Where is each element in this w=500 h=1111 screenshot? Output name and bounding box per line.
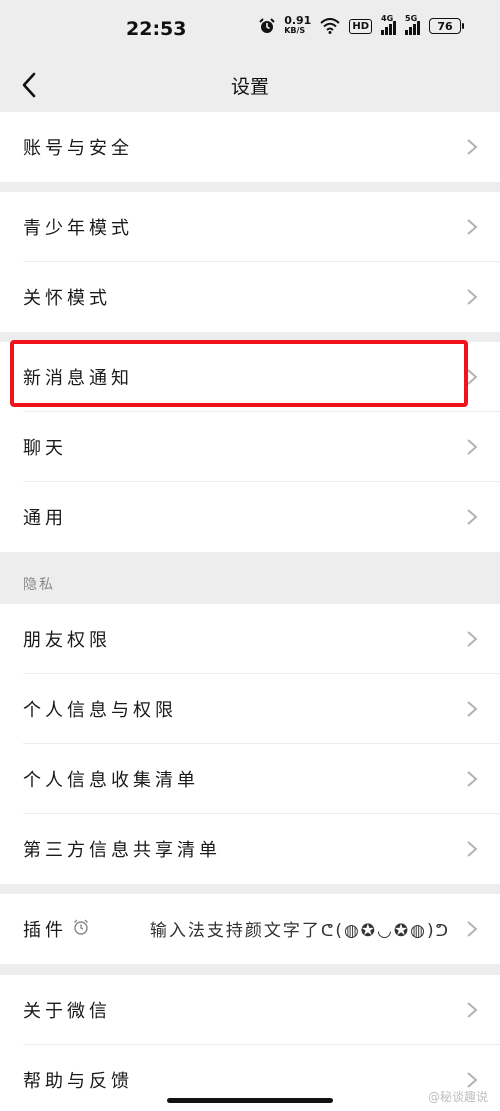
page-title: 设置 (230, 76, 269, 98)
settings-item-personal-info-permissions[interactable]: 个人信息与权限 (0, 674, 500, 744)
chevron-right-icon (467, 289, 478, 305)
settings-item-third-party-sharing[interactable]: 第三方信息共享清单 (0, 814, 500, 884)
chevron-right-icon (467, 631, 478, 647)
settings-item-label: 朋友权限 (23, 630, 111, 651)
battery-icon: 76 (429, 18, 464, 34)
plugins-value: 输入法支持颜文字了ᕦ(◍✪◡✪◍)ᕤ (149, 921, 450, 941)
network-speed-value: 0.91 (284, 14, 312, 27)
settings-item-account-security[interactable]: 账号与安全 (0, 112, 500, 182)
chevron-right-icon (467, 219, 478, 235)
settings-item-label: 第三方信息共享清单 (23, 840, 221, 861)
chevron-right-icon (467, 439, 478, 455)
settings-item-label: 通用 (23, 508, 67, 529)
settings-item-general[interactable]: 通用 (0, 482, 500, 552)
settings-item-label: 插件 (23, 920, 67, 941)
chevron-right-icon (467, 921, 478, 937)
chevron-right-icon (467, 139, 478, 155)
chevron-right-icon (467, 1072, 478, 1088)
wifi-icon (320, 18, 340, 34)
signal-4g-label: 4G (381, 14, 394, 23)
section-about: 关于微信 帮助与反馈 (0, 975, 500, 1111)
battery-level: 76 (429, 18, 461, 34)
hd-voice-badge: HD (349, 18, 372, 34)
network-speed: 0.91 KB/S (284, 14, 312, 36)
nav-bar: 设置 (0, 62, 500, 110)
section-account: 账号与安全 (0, 112, 500, 182)
settings-item-care-mode[interactable]: 关怀模式 (0, 262, 500, 332)
status-time: 22:53 (126, 18, 187, 40)
settings-item-label: 个人信息收集清单 (23, 770, 199, 791)
settings-item-label: 聊天 (23, 438, 67, 459)
signal-5g-label: 5G (405, 14, 418, 23)
settings-item-label: 关于微信 (23, 1001, 111, 1022)
privacy-header-label: 隐私 (23, 577, 55, 593)
settings-item-friend-permissions[interactable]: 朋友权限 (0, 604, 500, 674)
settings-item-label: 账号与安全 (23, 138, 133, 159)
chevron-right-icon (467, 1002, 478, 1018)
privacy-group-header: 隐私 (0, 552, 500, 602)
signal-4g-icon: 4G (381, 14, 396, 35)
highlight-box (10, 340, 468, 407)
chevron-right-icon (467, 841, 478, 857)
chevron-right-icon (467, 701, 478, 717)
settings-item-label: 关怀模式 (23, 288, 111, 309)
chevron-right-icon (467, 509, 478, 525)
settings-item-label: 青少年模式 (23, 218, 133, 239)
alarm-clock-icon (259, 18, 275, 33)
signal-5g-icon: 5G (405, 14, 420, 35)
section-privacy: 朋友权限 个人信息与权限 个人信息收集清单 第三方信息共享清单 (0, 604, 500, 884)
section-plugins: 插件 输入法支持颜文字了ᕦ(◍✪◡✪◍)ᕤ (0, 894, 500, 964)
settings-item-chat[interactable]: 聊天 (0, 412, 500, 482)
status-bar: 22:53 0.91 KB/S HD 4G 5G 76 (0, 0, 500, 62)
network-speed-unit: KB/S (284, 26, 306, 35)
settings-item-about-wechat[interactable]: 关于微信 (0, 975, 500, 1045)
watermark: @秘谈趣说 (427, 1090, 488, 1104)
section-modes: 青少年模式 关怀模式 (0, 192, 500, 332)
settings-item-personal-info-collection[interactable]: 个人信息收集清单 (0, 744, 500, 814)
settings-item-label: 个人信息与权限 (23, 700, 177, 721)
settings-item-label: 帮助与反馈 (23, 1071, 133, 1092)
home-indicator[interactable] (167, 1098, 333, 1103)
settings-item-plugins[interactable]: 插件 输入法支持颜文字了ᕦ(◍✪◡✪◍)ᕤ (0, 894, 500, 964)
alarm-clock-icon (74, 919, 88, 935)
chevron-right-icon (467, 771, 478, 787)
settings-item-teen-mode[interactable]: 青少年模式 (0, 192, 500, 262)
status-icons: 0.91 KB/S HD 4G 5G 76 (259, 14, 464, 36)
